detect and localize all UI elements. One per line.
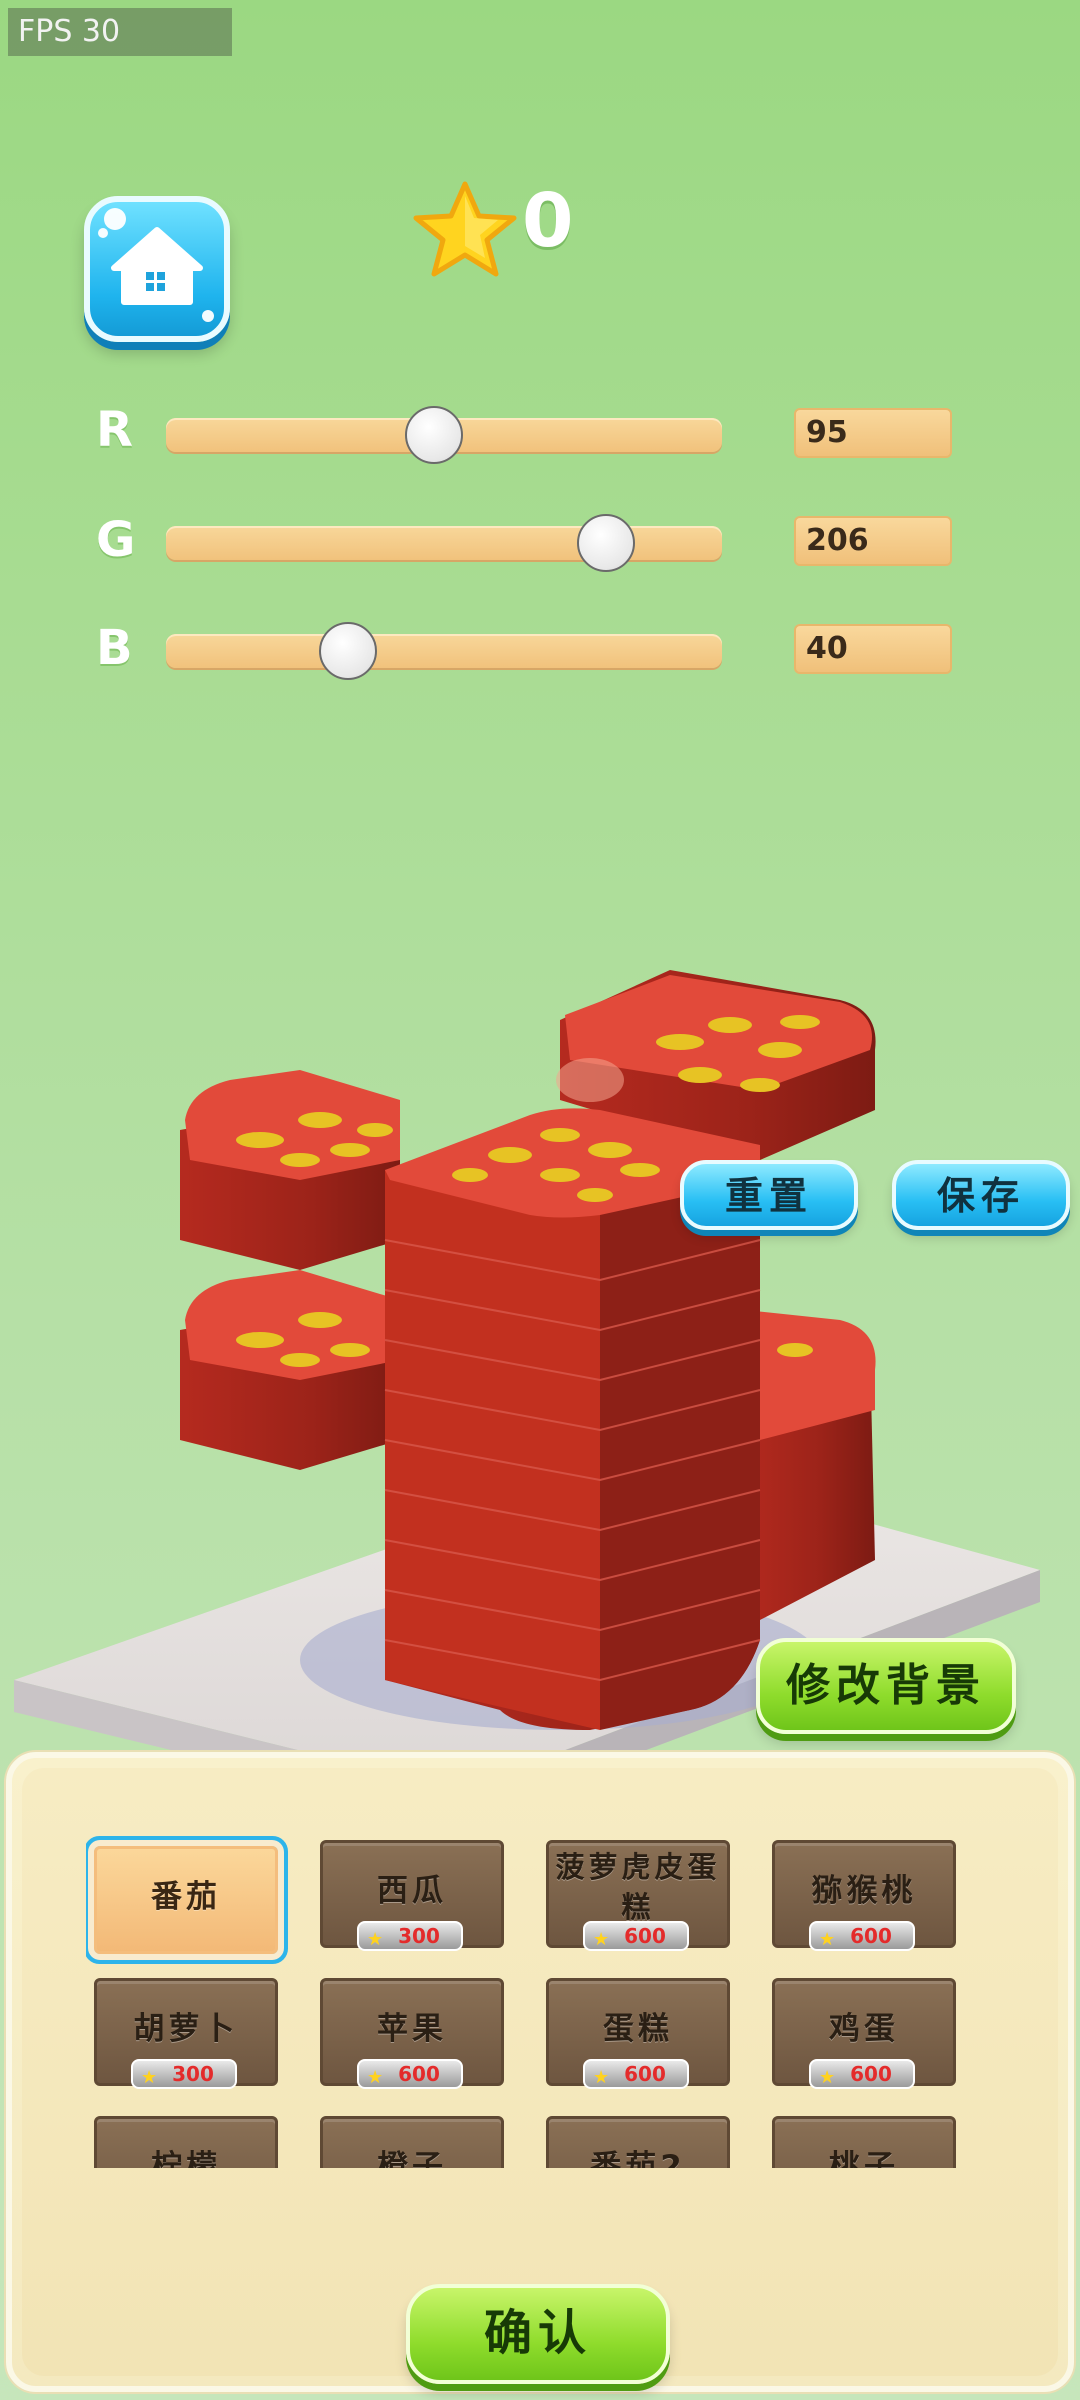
slider-knob-b[interactable] [319, 622, 378, 680]
slider-track-b[interactable] [166, 622, 722, 680]
skin-name: 菠萝虎皮蛋糕 [555, 1850, 721, 1924]
star-icon: ★ [141, 2067, 158, 2088]
price-value: 600 [624, 2062, 666, 2086]
skin-name: 胡萝卜 [133, 2011, 239, 2047]
price-value: 600 [624, 1924, 666, 1948]
slider-label-r: R [96, 402, 133, 458]
value-input-b[interactable]: 40 [794, 624, 952, 674]
skin-name: 鸡蛋 [829, 2011, 899, 2047]
skin-name: 桃子 [829, 2149, 899, 2168]
star-icon [413, 181, 517, 277]
skin-tile[interactable]: 猕猴桃 ★ 600 [772, 1840, 956, 1951]
skin-name: 蛋糕 [603, 2011, 673, 2047]
skin-tile[interactable]: 桃子 [772, 2116, 956, 2168]
skin-tile[interactable]: 番茄2 [546, 2116, 730, 2168]
slider-label-g: G [96, 512, 136, 568]
price-badge: ★ 600 [809, 1921, 915, 1951]
house-icon [111, 227, 203, 305]
save-button[interactable]: 保存 [892, 1160, 1070, 1230]
reset-button[interactable]: 重置 [680, 1160, 858, 1230]
skin-name: 番茄 [151, 1879, 221, 1915]
skin-name: 苹果 [377, 2011, 447, 2047]
star-icon: ★ [819, 2067, 836, 2088]
price-value: 300 [398, 1924, 440, 1948]
price-badge: ★ 300 [357, 1921, 463, 1951]
price-value: 600 [850, 2062, 892, 2086]
confirm-button[interactable]: 确认 [406, 2284, 670, 2384]
fps-counter: FPS 30 [8, 8, 232, 56]
price-badge: ★ 300 [131, 2059, 237, 2089]
price-badge: ★ 600 [583, 2059, 689, 2089]
skin-name: 柠檬 [151, 2149, 221, 2168]
value-input-r[interactable]: 95 [794, 408, 952, 458]
star-icon: ★ [819, 1929, 836, 1950]
slider-track-r[interactable] [166, 406, 722, 464]
skin-tile[interactable]: 橙子 [320, 2116, 504, 2168]
skin-tile[interactable]: 苹果 ★ 600 [320, 1978, 504, 2089]
value-input-g[interactable]: 206 [794, 516, 952, 566]
home-button[interactable] [84, 196, 230, 342]
skin-name: 番茄2 [590, 2149, 686, 2168]
skin-grid[interactable]: 番茄 西瓜 ★ 300 菠萝虎皮蛋糕 ★ 600 猕猴桃 ★ 600 胡萝卜 ★ 300… [86, 1832, 986, 2168]
tile-left-lower [180, 1270, 400, 1470]
skin-tile[interactable]: 菠萝虎皮蛋糕 ★ 600 [546, 1840, 730, 1951]
skin-tile[interactable]: 蛋糕 ★ 600 [546, 1978, 730, 2089]
star-icon: ★ [593, 1929, 610, 1950]
tile-left-upper [180, 1070, 400, 1270]
price-value: 600 [398, 2062, 440, 2086]
slider-label-b: B [96, 620, 133, 676]
slider-knob-g[interactable] [576, 514, 635, 572]
price-value: 300 [172, 2062, 214, 2086]
skin-tile[interactable]: 胡萝卜 ★ 300 [94, 1978, 278, 2089]
price-badge: ★ 600 [357, 2059, 463, 2089]
skin-tile[interactable]: 柠檬 [94, 2116, 278, 2168]
skin-tile-selected[interactable]: 番茄 [94, 1846, 278, 1954]
change-background-button[interactable]: 修改背景 [756, 1638, 1016, 1734]
skin-tile[interactable]: 西瓜 ★ 300 [320, 1840, 504, 1951]
skin-name: 猕猴桃 [811, 1873, 917, 1909]
star-counter: 0 [410, 178, 610, 288]
star-icon: ★ [367, 1929, 384, 1950]
star-icon: ★ [593, 2067, 610, 2088]
star-count: 0 [522, 178, 574, 264]
slider-knob-r[interactable] [404, 406, 463, 464]
star-icon: ★ [367, 2067, 384, 2088]
skin-name: 西瓜 [377, 1873, 447, 1909]
skin-tile[interactable]: 鸡蛋 ★ 600 [772, 1978, 956, 2089]
slider-track-g[interactable] [166, 514, 722, 572]
price-value: 600 [850, 1924, 892, 1948]
skin-name: 橙子 [377, 2149, 447, 2168]
price-badge: ★ 600 [809, 2059, 915, 2089]
price-badge: ★ 600 [583, 1921, 689, 1951]
